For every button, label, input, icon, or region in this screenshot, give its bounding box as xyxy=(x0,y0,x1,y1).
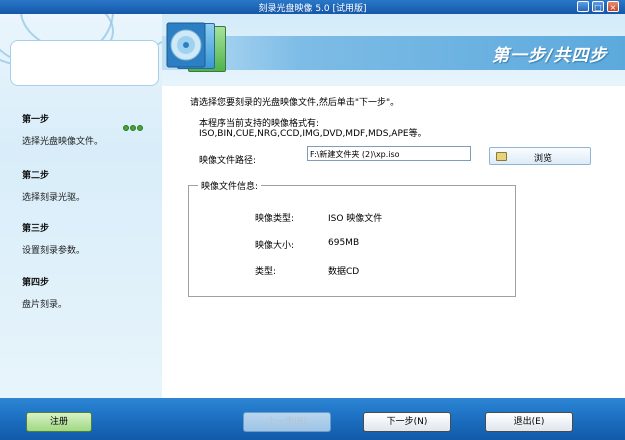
path-label: 映像文件路径: xyxy=(199,156,257,166)
next-step-button[interactable]: 下一步(N) xyxy=(363,412,451,432)
window-title: 刻录光盘映像 5.0 [试用版] xyxy=(258,4,367,14)
prev-step-button[interactable]: 上一步(B) xyxy=(243,412,331,432)
maximize-button[interactable]: □ xyxy=(592,1,604,12)
image-path-input[interactable]: F:\新建文件夹 (2)\xp.iso xyxy=(307,146,471,161)
browse-button[interactable]: 浏览 xyxy=(489,147,591,165)
main-content: 请选择您要刻录的光盘映像文件,然后单击"下一步"。 本程序当前支持的映像格式有:… xyxy=(162,86,625,398)
browse-label: 浏览 xyxy=(534,154,553,164)
disc-type-label: 类型: xyxy=(255,267,277,277)
image-type-value: ISO 映像文件 xyxy=(328,214,383,224)
sidebar-logo-box xyxy=(10,40,159,86)
step-2-desc: 选择刻录光驱。 xyxy=(22,193,86,203)
step-4-desc: 盘片刻录。 xyxy=(22,300,68,310)
title-bar: 刻录光盘映像 5.0 [试用版] _ □ × xyxy=(0,0,625,14)
disc-cases-icon xyxy=(162,20,242,82)
supported-formats-list: ISO,BIN,CUE,NRG,CCD,IMG,DVD,MDF,MDS,APE等… xyxy=(199,129,427,139)
active-step-indicator xyxy=(123,124,144,134)
step-1-title: 第一步 xyxy=(22,115,50,125)
image-size-value: 695MB xyxy=(328,238,360,248)
image-type-label: 映像类型: xyxy=(255,214,295,224)
exit-button[interactable]: 退出(E) xyxy=(485,412,573,432)
minimize-button[interactable]: _ xyxy=(577,1,589,12)
folder-icon xyxy=(496,152,507,161)
step-1: 第一步 选择光盘映像文件。 xyxy=(22,112,103,147)
register-button[interactable]: 注册 xyxy=(26,412,92,432)
disc-type-value: 数据CD xyxy=(328,267,360,277)
step-4: 第四步 盘片刻录。 xyxy=(22,275,67,310)
step-3: 第三步 设置刻录参数。 xyxy=(22,221,85,256)
step-2-title: 第二步 xyxy=(22,171,50,181)
step-2: 第二步 选择刻录光驱。 xyxy=(22,168,85,203)
step-4-title: 第四步 xyxy=(22,278,50,288)
step-1-desc: 选择光盘映像文件。 xyxy=(22,137,104,147)
steps-sidebar: 第一步 选择光盘映像文件。 第二步 选择刻录光驱。 第三步 设置刻录参数。 第四… xyxy=(0,14,162,398)
close-button[interactable]: × xyxy=(607,1,619,12)
step-3-desc: 设置刻录参数。 xyxy=(22,246,86,256)
step-3-title: 第三步 xyxy=(22,224,50,234)
image-info-title: 映像文件信息: xyxy=(198,179,262,192)
image-size-label: 映像大小: xyxy=(255,241,295,251)
instruction-text: 请选择您要刻录的光盘映像文件,然后单击"下一步"。 xyxy=(190,98,400,108)
step-banner-title: 第一步/共四步 xyxy=(492,46,608,66)
